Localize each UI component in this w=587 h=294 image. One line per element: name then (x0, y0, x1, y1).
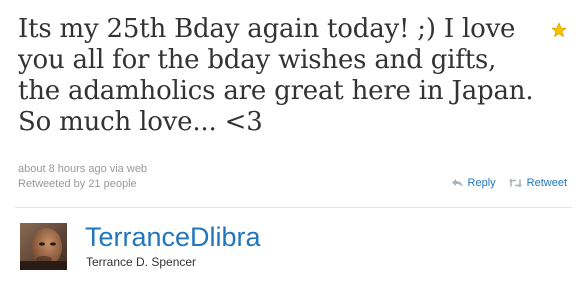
reply-arrow-icon (451, 179, 463, 187)
retweet-label: Retweet (526, 177, 567, 189)
tweet-source[interactable]: web (127, 163, 147, 175)
tweet-actions: Reply Retweet (451, 177, 567, 189)
tweet-meta: about 8 hours ago via web (18, 163, 147, 175)
reply-button[interactable]: Reply (451, 177, 496, 189)
favorite-star-icon[interactable] (551, 22, 567, 38)
author-full-name: Terrance D. Spencer (86, 255, 197, 269)
via-word: via (109, 163, 124, 175)
tweet-text: Its my 25th Bday again today! ;) I love … (18, 14, 534, 137)
retweet-button[interactable]: Retweet (508, 177, 567, 189)
retweet-arrows-icon (508, 178, 522, 188)
author-avatar[interactable] (20, 223, 67, 270)
tweet-timestamp[interactable]: about 8 hours ago (18, 163, 107, 175)
divider (15, 207, 572, 208)
author-screen-name[interactable]: TerranceDlibra (85, 221, 261, 253)
reply-label: Reply (467, 177, 496, 189)
retweeted-by[interactable]: Retweeted by 21 people (18, 178, 137, 190)
